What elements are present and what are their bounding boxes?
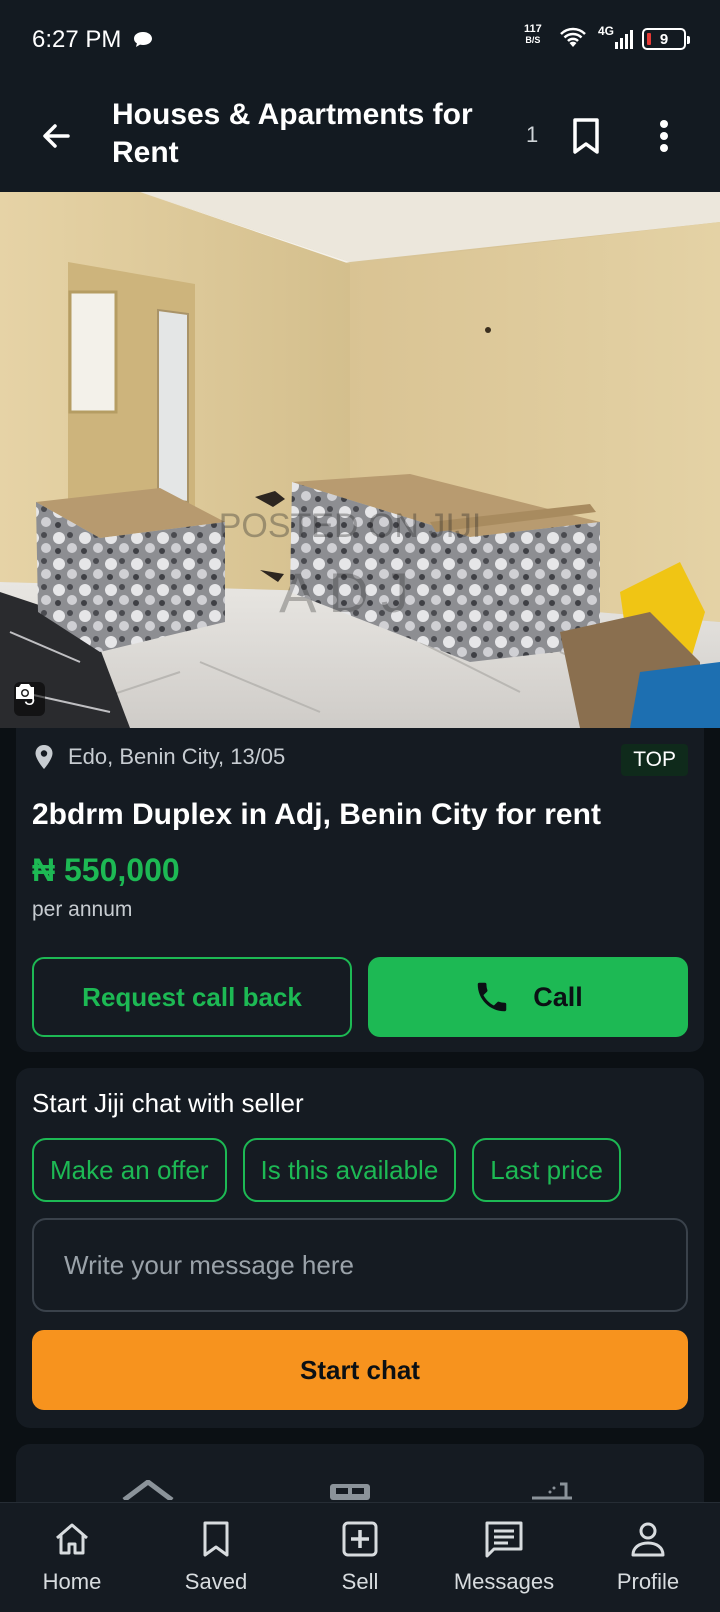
start-chat-button[interactable]: Start chat	[32, 1330, 688, 1410]
nav-messages[interactable]: Messages	[432, 1503, 576, 1612]
bookmark-button[interactable]	[566, 112, 606, 160]
bed-icon	[330, 1484, 370, 1500]
quick-reply-make-offer[interactable]: Make an offer	[32, 1138, 227, 1202]
house-icon	[122, 1480, 174, 1500]
listing-info-card: Edo, Benin City, 13/05 TOP 2bdrm Duplex …	[16, 728, 704, 1052]
bookmark-icon	[573, 118, 599, 154]
arrow-left-icon	[43, 124, 70, 148]
quick-reply-is-available[interactable]: Is this available	[242, 1138, 457, 1202]
call-label: Call	[533, 981, 583, 1012]
listing-title: 2bdrm Duplex in Adj, Benin City for rent	[32, 798, 601, 831]
nav-sell[interactable]: Sell	[288, 1503, 432, 1612]
room-photo: POSTED ON JIJI ADJ	[0, 192, 720, 728]
nav-profile-label: Profile	[616, 1569, 680, 1594]
page-title: Houses & Apartments for Rent	[112, 98, 473, 169]
nav-home[interactable]: Home	[0, 1503, 144, 1612]
nav-profile[interactable]: Profile	[576, 1503, 720, 1612]
camera-icon	[16, 684, 34, 699]
message-icon	[484, 1519, 524, 1559]
nav-saved[interactable]: Saved	[144, 1503, 288, 1612]
bookmark-count: 1	[526, 122, 539, 147]
message-input[interactable]	[32, 1218, 688, 1312]
person-icon	[628, 1519, 668, 1559]
app-bar: Houses & Apartments for Rent 1	[0, 80, 720, 192]
back-button[interactable]	[32, 112, 80, 160]
plus-square-icon	[340, 1519, 380, 1559]
location-pin-icon	[35, 745, 53, 769]
top-badge: TOP	[621, 744, 688, 776]
net-speed: 117 B/S	[524, 24, 542, 46]
location-row: Edo, Benin City, 13/05	[34, 744, 285, 770]
chat-heading: Start Jiji chat with seller	[32, 1088, 304, 1118]
bottom-nav: Home Saved Sell Messages Profile	[0, 1502, 720, 1612]
nav-sell-label: Sell	[341, 1569, 379, 1594]
chat-bubble-icon	[134, 32, 152, 47]
more-options-button[interactable]	[650, 112, 678, 160]
wifi-icon	[560, 27, 586, 47]
more-vertical-icon	[660, 120, 668, 152]
watermark-line1: POSTED ON JIJI	[219, 507, 482, 545]
watermark-line2: ADJ	[279, 561, 421, 624]
quick-replies: Make an offer Is this available Last pri…	[32, 1138, 622, 1202]
photo-count-badge: 5	[14, 682, 46, 716]
call-button[interactable]: Call	[368, 957, 688, 1037]
phone-icon	[477, 982, 507, 1012]
listing-price: ₦ 550,000	[32, 852, 180, 888]
listing-photo[interactable]: POSTED ON JIJI ADJ 5	[0, 192, 720, 728]
bookmark-icon	[196, 1519, 236, 1559]
nav-saved-label: Saved	[184, 1569, 248, 1594]
status-bar: 6:27 PM 117 B/S 4G 9	[0, 0, 720, 80]
net-speed-unit: B/S	[525, 35, 541, 45]
quick-reply-last-price[interactable]: Last price	[472, 1138, 622, 1202]
network-type: 4G	[598, 24, 615, 38]
battery-icon: 9	[642, 28, 690, 50]
request-call-back-button[interactable]: Request call back	[32, 957, 352, 1037]
price-period: per annum	[32, 898, 133, 921]
nav-messages-label: Messages	[453, 1569, 555, 1594]
seller-chat-card: Start Jiji chat with seller Make an offe…	[16, 1068, 704, 1428]
net-speed-value: 117	[524, 23, 542, 35]
nav-home-label: Home	[42, 1569, 102, 1594]
status-time: 6:27 PM	[32, 26, 122, 53]
signal-icon	[615, 30, 633, 49]
home-icon	[52, 1519, 92, 1559]
location-text: Edo, Benin City, 13/05	[68, 744, 286, 769]
shower-icon	[532, 1482, 572, 1500]
battery-level: 9	[659, 30, 669, 48]
